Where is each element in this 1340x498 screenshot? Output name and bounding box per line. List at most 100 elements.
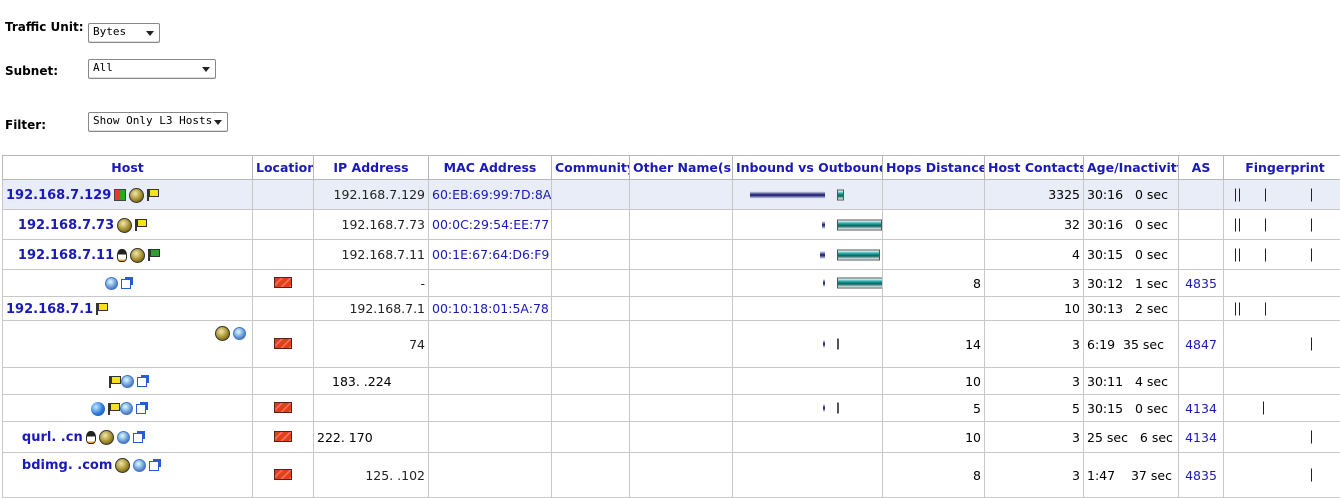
host-link[interactable]: 192.168.7.11 [18,248,114,263]
other-names-cell [629,209,733,240]
as-cell[interactable]: 4134 [1178,421,1224,453]
as-cell[interactable]: 4835 [1178,452,1224,498]
as-cell[interactable]: 4835 [1178,269,1224,297]
location-cell [252,296,314,321]
col-inbound-vs-outbound[interactable]: Inbound vs Outbound [732,155,883,180]
hops-cell: 14 [882,320,985,368]
age-value: 30:15 [1087,400,1124,416]
mac-cell[interactable]: 60:EB:69:99:7D:8A [428,179,552,210]
host-link[interactable]: bdimg. .com [22,458,113,473]
external-link-icon[interactable] [136,401,148,414]
community-cell [551,296,630,321]
col-ip-address[interactable]: IP Address [313,155,429,180]
age-value: 30:11 [1087,373,1124,389]
outbound-bar [837,249,880,260]
host-cell [2,394,253,422]
contacts-cell: 5 [984,394,1084,422]
mac-cell[interactable] [428,269,552,297]
external-link-icon[interactable] [132,430,145,443]
traffic-unit-select[interactable]: Bytes [88,23,160,43]
col-mac-address[interactable]: MAC Address [428,155,552,180]
inbound-bar [822,220,825,229]
outbound-bar [837,277,882,289]
location-cell [252,209,314,240]
host-cell: bdimg. .com [2,452,253,498]
col-community[interactable]: Community [551,155,630,180]
traffic-cell [732,452,883,498]
col-hops-distance[interactable]: Hops Distance [882,155,985,180]
mac-cell[interactable] [428,320,552,368]
inactivity-value: 37 sec [1130,467,1172,483]
external-link-icon[interactable] [137,374,149,387]
as-cell[interactable] [1178,209,1224,240]
col-other-names[interactable]: Other Name(s) [629,155,733,180]
age-value: 25 sec [1087,429,1128,445]
contacts-cell: 32 [984,209,1084,240]
traffic-cell [732,269,883,297]
mac-cell[interactable]: 00:0C:29:54:EE:77 [428,209,552,240]
mac-cell[interactable]: 00:10:18:01:5A:78 [428,296,552,321]
inactivity-value: 0 sec [1134,217,1168,232]
fingerprint-cell [1223,296,1340,321]
age-cell: 30:13 2 sec [1083,296,1179,321]
community-cell [551,239,630,270]
as-cell[interactable]: 4134 [1178,394,1224,422]
community-cell [551,452,630,498]
subnet-select[interactable]: All [88,59,216,79]
other-names-cell [629,452,733,498]
table-row: 183. .224 10 3 30:11 4 sec [2,367,1340,395]
flag-icon [135,219,148,231]
inactivity-value: 4 sec [1134,373,1168,389]
as-cell[interactable] [1178,179,1224,210]
host-link[interactable]: 192.168.7.73 [18,218,114,233]
earth-icon [91,401,105,416]
host-link[interactable]: 192.168.7.129 [6,188,111,203]
table-row: bdimg. .com 125. .102 8 3 1:47 37 sec 48… [2,452,1340,498]
inactivity-value: 2 sec [1134,301,1168,316]
col-as[interactable]: AS [1178,155,1224,180]
col-host[interactable]: Host [2,155,253,180]
disk-icon [130,247,146,263]
as-cell[interactable]: 4847 [1178,320,1224,368]
col-age-inactivity[interactable]: Age/Inactivity [1083,155,1179,180]
host-link[interactable]: qurl. .cn [22,430,83,445]
hops-cell [882,296,985,321]
traffic-cell [732,421,883,453]
age-value: 30:16 [1087,217,1124,232]
inactivity-value: 1 sec [1134,275,1168,291]
mac-cell[interactable] [428,421,552,453]
filter-select[interactable]: Show Only L3 Hosts [88,112,228,132]
mac-cell[interactable] [428,367,552,395]
mac-cell[interactable]: 00:1E:67:64:D6:F9 [428,239,552,270]
col-fingerprint[interactable]: Fingerprint [1223,155,1340,180]
external-link-icon[interactable] [121,276,133,289]
globe-icon [233,327,246,340]
as-cell[interactable] [1178,239,1224,270]
col-host-contacts[interactable]: Host Contacts [984,155,1084,180]
outbound-bar [837,189,844,200]
disk-icon [129,187,145,203]
linux-icon [117,248,128,262]
mac-cell[interactable] [428,394,552,422]
fingerprint-cell [1223,452,1340,498]
age-value: 30:12 [1087,275,1124,291]
country-flag-icon [274,276,292,288]
table-row: 74 14 3 6:19 35 sec 4847 [2,320,1340,368]
location-cell [252,452,314,498]
ip-cell: 74 [313,320,429,368]
disk-icon [215,326,230,341]
as-cell[interactable] [1178,296,1224,321]
mac-cell[interactable] [428,452,552,498]
inbound-bar [823,404,825,412]
col-location[interactable]: Location [252,155,314,180]
host-cell: 192.168.7.129 [2,179,253,210]
globe-icon [116,431,130,444]
community-cell [551,209,630,240]
filter-label: Filter: [5,118,47,132]
host-link[interactable]: 192.168.7.1 [6,302,93,317]
as-cell[interactable] [1178,367,1224,395]
external-link-icon[interactable] [149,458,162,471]
traffic-cell [732,179,883,210]
host-cell [2,367,253,395]
inactivity-value: 6 sec [1139,429,1173,445]
